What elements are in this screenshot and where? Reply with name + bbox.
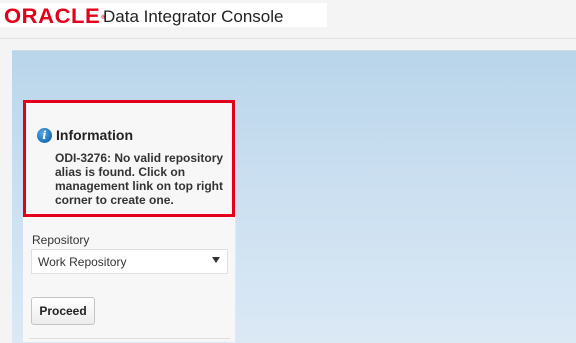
- info-icon: i: [37, 128, 52, 143]
- repository-select[interactable]: Work Repository: [31, 249, 228, 274]
- repository-selected-value: Work Repository: [38, 255, 127, 269]
- information-message: ODI-3276: No valid repository alias is f…: [55, 151, 224, 207]
- brand-bar: ORACLE® Data Integrator Console: [0, 3, 327, 27]
- app-title: Data Integrator Console: [103, 7, 284, 26]
- chevron-down-icon: [212, 257, 220, 263]
- information-title: Information: [56, 127, 133, 143]
- repository-label: Repository: [32, 233, 90, 247]
- proceed-button[interactable]: Proceed: [31, 297, 95, 325]
- oracle-logo: ORACLE®: [4, 6, 106, 27]
- panel-bottom-divider: [29, 338, 230, 339]
- information-message-box: i Information ODI-3276: No valid reposit…: [23, 100, 235, 217]
- oracle-logo-text: ORACLE: [4, 5, 101, 28]
- app-header: ORACLE® Data Integrator Console: [0, 0, 576, 38]
- header-divider: [0, 38, 576, 39]
